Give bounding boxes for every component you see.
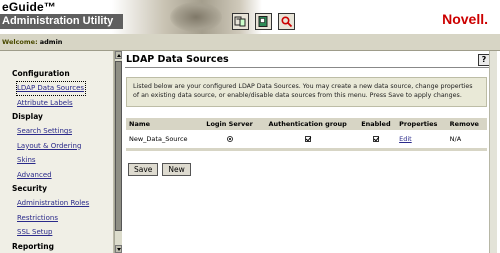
app-subtitle: Administration Utility: [0, 14, 123, 29]
row-name: New_Data_Source: [129, 135, 188, 143]
sidebar-section-security: Security: [12, 184, 48, 193]
scroll-up-button[interactable]: [115, 51, 122, 59]
arrow-down-icon: [117, 248, 121, 251]
edit-link[interactable]: Edit: [399, 135, 412, 143]
table-row: New_Data_Source Edit N/A: [126, 130, 487, 148]
page-title: LDAP Data Sources: [126, 54, 229, 65]
data-sources-table: Name Login Server Authentication group E…: [126, 118, 487, 151]
title-divider: [125, 67, 491, 68]
sidebar-section-configuration: Configuration: [12, 69, 70, 78]
enabled-checkbox[interactable]: [372, 136, 379, 142]
app-header: eGuide™ Administration Utility Novell.: [0, 0, 500, 34]
col-name: Name: [126, 118, 200, 130]
col-properties: Properties: [396, 118, 447, 130]
sidebar-item-ldap-data-sources[interactable]: LDAP Data Sources: [16, 81, 86, 96]
search-icon: [281, 16, 293, 28]
novell-logo: Novell.: [442, 11, 488, 27]
save-button[interactable]: Save: [128, 163, 159, 176]
sidebar: Configuration LDAP Data Sources Attribut…: [0, 51, 114, 253]
admin-tool-icon: [234, 16, 246, 27]
sidebar-item-attribute-labels[interactable]: Attribute Labels: [0, 96, 113, 111]
remove-cell: N/A: [449, 135, 462, 143]
app-name: eGuide™: [2, 0, 57, 14]
sidebar-item-search-settings[interactable]: Search Settings: [0, 124, 113, 139]
intro-text: Listed below are your configured LDAP Da…: [126, 77, 487, 107]
sidebar-item-restrictions[interactable]: Restrictions: [0, 211, 113, 226]
admin-tool-button[interactable]: [232, 13, 249, 30]
col-remove: Remove: [446, 118, 487, 130]
search-button[interactable]: [278, 13, 295, 30]
sidebar-section-reporting: Reporting: [12, 241, 54, 251]
main-scrollbar[interactable]: [489, 51, 497, 253]
sidebar-item-administration-roles[interactable]: Administration Roles: [0, 196, 113, 211]
col-enabled: Enabled: [355, 118, 397, 130]
col-login-server: Login Server: [199, 118, 260, 130]
arrow-up-icon: [117, 54, 121, 57]
welcome-user: admin: [39, 38, 63, 46]
auth-group-cell: [260, 130, 356, 148]
new-button[interactable]: New: [162, 163, 191, 176]
login-server-radio[interactable]: [226, 136, 233, 142]
sidebar-item-ssl-setup[interactable]: SSL Setup: [0, 225, 113, 240]
sidebar-scrollbar[interactable]: [114, 51, 122, 253]
sidebar-item-advanced[interactable]: Advanced: [0, 168, 113, 183]
sidebar-item-skins[interactable]: Skins: [0, 153, 113, 168]
welcome-bar: Welcome: admin: [0, 34, 500, 51]
enabled-cell: [356, 130, 396, 148]
book-icon: [258, 16, 268, 27]
scroll-down-button[interactable]: [115, 245, 122, 253]
sidebar-item-layout-ordering[interactable]: Layout & Ordering: [0, 139, 113, 154]
authentication-group-checkbox[interactable]: [304, 136, 311, 142]
sidebar-section-display: Display: [12, 112, 43, 121]
book-button[interactable]: [255, 13, 272, 30]
header-banner-photo: [170, 2, 222, 32]
main-content: LDAP Data Sources ? Listed below are you…: [123, 51, 500, 253]
col-authentication-group: Authentication group: [259, 118, 356, 130]
properties-cell: Edit: [396, 130, 447, 148]
header-toolbar: [232, 13, 295, 30]
table-header-row: Name Login Server Authentication group E…: [126, 118, 487, 130]
scroll-thumb[interactable]: [115, 61, 122, 231]
login-server-cell: [200, 130, 260, 148]
sidebar-menu: Configuration LDAP Data Sources Attribut…: [0, 51, 113, 253]
table-footer-bar: [126, 148, 487, 151]
action-buttons: Save New: [128, 163, 191, 176]
welcome-label: Welcome:: [2, 38, 38, 46]
